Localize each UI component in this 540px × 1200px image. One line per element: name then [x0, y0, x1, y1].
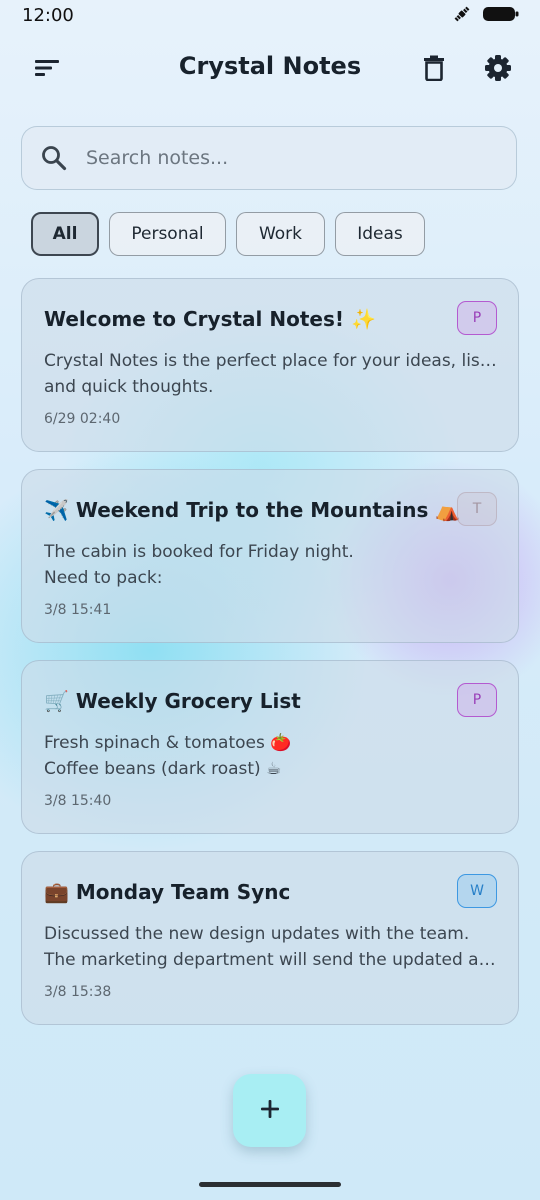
home-indicator[interactable] — [199, 1182, 341, 1187]
filter-chip-work[interactable]: Work — [236, 212, 325, 256]
note-category-badge: T — [457, 492, 497, 526]
note-date: 3/8 15:41 — [44, 602, 112, 618]
note-card[interactable]: 💼 Monday Team Sync W Discussed the new d… — [21, 851, 519, 1025]
note-preview: Fresh spinach & tomatoes 🍅 Coffee beans … — [44, 730, 499, 782]
plus-icon — [260, 1099, 280, 1123]
filter-chip-all[interactable]: All — [31, 212, 99, 256]
note-category-badge: P — [457, 301, 497, 335]
sort-menu-button[interactable] — [27, 50, 67, 90]
note-title: 💼 Monday Team Sync — [44, 880, 291, 904]
status-time: 12:00 — [22, 5, 74, 26]
note-preview: Discussed the new design updates with th… — [44, 921, 499, 973]
note-card[interactable]: ✈️ Weekend Trip to the Mountains ⛺ T The… — [21, 469, 519, 643]
note-preview-line: The cabin is booked for Friday night. — [44, 542, 354, 562]
status-bar: 12:00 — [0, 0, 540, 32]
note-category-badge: W — [457, 874, 497, 908]
status-icons — [452, 6, 520, 26]
filter-chip-ideas[interactable]: Ideas — [335, 212, 425, 256]
sort-menu-icon — [34, 58, 60, 82]
note-title: 🛒 Weekly Grocery List — [44, 689, 301, 713]
satellite-icon — [452, 4, 472, 28]
filter-chip-personal[interactable]: Personal — [109, 212, 226, 256]
note-title: ✈️ Weekend Trip to the Mountains ⛺ — [44, 498, 461, 522]
trash-icon — [423, 55, 445, 85]
note-category-badge: P — [457, 683, 497, 717]
note-preview-line: Crystal Notes is the perfect place for y… — [44, 351, 499, 371]
settings-button[interactable] — [478, 50, 518, 90]
note-title: Welcome to Crystal Notes! ✨ — [44, 307, 376, 331]
filter-chips: All Personal Work Ideas — [31, 212, 425, 258]
gear-icon — [484, 54, 512, 86]
note-preview-line: Discussed the new design updates with th… — [44, 924, 470, 944]
search-input[interactable] — [84, 146, 488, 170]
note-date: 6/29 02:40 — [44, 411, 121, 427]
note-preview-line: Coffee beans (dark roast) ☕ — [44, 759, 282, 779]
note-date: 3/8 15:38 — [44, 984, 112, 1000]
note-preview-line: The marketing department will send the u… — [44, 950, 499, 970]
app-title: Crystal Notes — [178, 52, 362, 80]
note-preview: The cabin is booked for Friday night. Ne… — [44, 539, 499, 591]
note-preview-line: Fresh spinach & tomatoes 🍅 — [44, 733, 292, 753]
add-note-button[interactable] — [233, 1074, 306, 1147]
battery-icon — [482, 4, 520, 28]
note-card[interactable]: 🛒 Weekly Grocery List P Fresh spinach & … — [21, 660, 519, 834]
notes-list: Welcome to Crystal Notes! ✨ P Crystal No… — [21, 278, 519, 1042]
note-preview: Crystal Notes is the perfect place for y… — [44, 348, 499, 400]
search-bar — [21, 126, 517, 190]
app-header: Crystal Notes — [0, 42, 540, 98]
delete-button[interactable] — [414, 50, 454, 90]
note-date: 3/8 15:40 — [44, 793, 112, 809]
search-icon[interactable] — [40, 144, 68, 172]
note-card[interactable]: Welcome to Crystal Notes! ✨ P Crystal No… — [21, 278, 519, 452]
note-preview-line: Need to pack: — [44, 568, 163, 588]
note-preview-line: and quick thoughts. — [44, 377, 214, 397]
